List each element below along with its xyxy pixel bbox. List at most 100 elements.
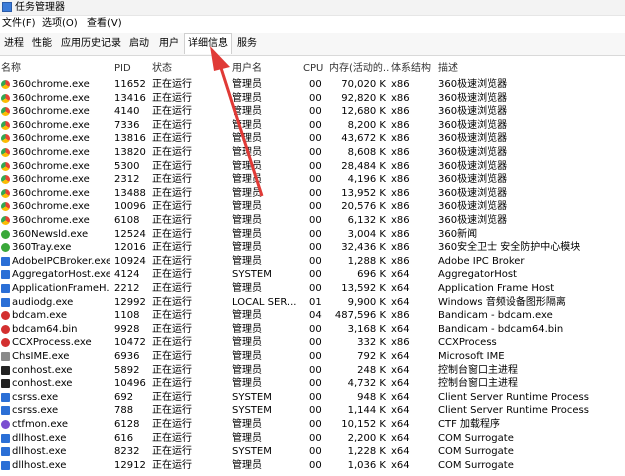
table-row[interactable]: CCXProcess.exe 10472 正在运行 管理员 00 332 K x86 CCXP… bbox=[0, 336, 625, 350]
cell-name: AdobeIPCBroker.exe bbox=[12, 255, 110, 267]
cell-mem: 4,196 K bbox=[347, 174, 386, 186]
cell-user: 管理员 bbox=[232, 79, 262, 90]
table-row[interactable]: 360Tray.exe 12016 正在运行 管理员 00 32,436 K x86 360安… bbox=[0, 241, 625, 255]
cell-cpu: 00 bbox=[309, 228, 322, 240]
table-row[interactable]: csrss.exe 788 正在运行 SYSTEM 00 1,144 K x64 Client… bbox=[0, 404, 625, 418]
cell-mem: 3,004 K bbox=[347, 228, 386, 240]
table-row[interactable]: AdobeIPCBroker.exe 10924 正在运行 管理员 00 1,288 K x… bbox=[0, 255, 625, 269]
cell-cpu: 00 bbox=[309, 283, 322, 294]
chrome-icon bbox=[1, 188, 10, 198]
cell-user: 管理员 bbox=[232, 119, 262, 131]
cell-pid: 13416 bbox=[114, 92, 146, 104]
tab-processes[interactable]: 进程 bbox=[4, 37, 24, 51]
cell-mem: 2,200 K bbox=[347, 432, 386, 444]
chrome-icon bbox=[1, 175, 10, 185]
cell-cpu: 00 bbox=[309, 351, 322, 362]
cell-pid: 10924 bbox=[114, 255, 146, 267]
table-row[interactable]: 360chrome.exe 5300 正在运行 管理员 00 28,484 K x86 360… bbox=[0, 160, 625, 174]
table-row[interactable]: ctfmon.exe 6128 正在运行 管理员 00 10,152 K x64 CTF 加载… bbox=[0, 418, 625, 432]
tab-performance[interactable]: 性能 bbox=[32, 37, 52, 51]
app-icon bbox=[1, 447, 10, 457]
cell-cpu: 04 bbox=[309, 310, 322, 322]
table-row[interactable]: bdcam64.bin 9928 正在运行 管理员 00 3,168 K x64 Bandic… bbox=[0, 323, 625, 337]
table-row[interactable]: AggregatorHost.exe 4124 正在运行 SYSTEM 00 696 K x… bbox=[0, 268, 625, 282]
cell-name: 360chrome.exe bbox=[12, 147, 90, 158]
cell-arch: x86 bbox=[391, 215, 410, 226]
cell-user: 管理员 bbox=[232, 337, 262, 349]
tab-details[interactable]: 详细信息 bbox=[184, 33, 232, 54]
table-row[interactable]: dllhost.exe 8232 正在运行 SYSTEM 00 1,228 K x64 COM… bbox=[0, 445, 625, 459]
table-row[interactable]: dllhost.exe 616 正在运行 管理员 00 2,200 K x64 COM Sur… bbox=[0, 432, 625, 446]
tab-services[interactable]: 服务 bbox=[237, 37, 257, 51]
cell-name: csrss.exe bbox=[12, 391, 59, 403]
table-row[interactable]: ApplicationFrameH... 2212 正在运行 管理员 00 13,592 … bbox=[0, 282, 625, 296]
table-row[interactable]: 360chrome.exe 4140 正在运行 管理员 00 12,680 K x86 360… bbox=[0, 105, 625, 119]
table-row[interactable]: 360chrome.exe 7336 正在运行 管理员 00 8,200 K x86 360极… bbox=[0, 119, 625, 133]
cell-status: 正在运行 bbox=[152, 391, 192, 403]
table-row[interactable]: bdcam.exe 1108 正在运行 管理员 04 487,596 K x86 Bandic… bbox=[0, 309, 625, 323]
table-row[interactable]: 360chrome.exe 13816 正在运行 管理员 00 43,672 K x86 36… bbox=[0, 132, 625, 146]
cell-name: 360chrome.exe bbox=[12, 92, 90, 104]
column-header-status[interactable]: 状态 bbox=[152, 62, 227, 76]
table-row[interactable]: conhost.exe 10496 正在运行 管理员 00 4,732 K x64 控制台窗口… bbox=[0, 377, 625, 391]
table-row[interactable]: ChsIME.exe 6936 正在运行 管理员 00 792 K x64 Microsoft… bbox=[0, 350, 625, 364]
cell-desc: 360极速浏览器 bbox=[438, 160, 508, 172]
column-header-description[interactable]: 描述 bbox=[438, 62, 618, 76]
cell-arch: x64 bbox=[391, 419, 410, 430]
cell-mem: 948 K bbox=[357, 391, 386, 403]
table-row[interactable]: 360chrome.exe 13820 正在运行 管理员 00 8,608 K x86 360… bbox=[0, 146, 625, 160]
cell-cpu: 00 bbox=[309, 79, 322, 90]
cell-user: 管理员 bbox=[232, 187, 262, 199]
column-header-cpu[interactable]: CPU bbox=[303, 62, 328, 76]
cell-pid: 788 bbox=[114, 405, 134, 417]
cell-cpu: 00 bbox=[309, 133, 322, 145]
column-header-architecture[interactable]: 体系结构 bbox=[391, 62, 435, 76]
table-row[interactable]: 360Newsld.exe 12524 正在运行 管理员 00 3,004 K x86 360… bbox=[0, 228, 625, 242]
cell-mem: 13,592 K bbox=[341, 283, 386, 294]
column-header-pid[interactable]: PID bbox=[114, 62, 149, 76]
cell-user: 管理员 bbox=[232, 432, 262, 444]
table-row[interactable]: dllhost.exe 12912 正在运行 管理员 00 1,036 K x64 COM S… bbox=[0, 459, 625, 473]
table-row[interactable]: conhost.exe 5892 正在运行 管理员 00 248 K x64 控制台窗口主进程 bbox=[0, 364, 625, 378]
chrome-icon bbox=[1, 216, 10, 225]
menu-options[interactable]: 选项(O) bbox=[42, 17, 78, 31]
app-icon bbox=[1, 256, 10, 266]
table-row[interactable]: 360chrome.exe 2312 正在运行 管理员 00 4,196 K x86 360极… bbox=[0, 173, 625, 187]
cell-name: conhost.exe bbox=[12, 364, 73, 376]
menu-view[interactable]: 查看(V) bbox=[87, 17, 122, 31]
table-row[interactable]: 360chrome.exe 10096 正在运行 管理员 00 20,576 K x86 36… bbox=[0, 200, 625, 214]
cell-status: 正在运行 bbox=[152, 378, 192, 390]
cell-status: 正在运行 bbox=[152, 283, 192, 294]
cell-arch: x86 bbox=[391, 174, 410, 186]
cell-name: conhost.exe bbox=[12, 378, 73, 390]
table-row[interactable]: 360chrome.exe 11652 正在运行 管理员 00 70,020 K x86 36… bbox=[0, 78, 625, 92]
cell-status: 正在运行 bbox=[152, 242, 192, 254]
cell-arch: x86 bbox=[391, 160, 410, 172]
ime-icon bbox=[1, 352, 10, 361]
tab-startup[interactable]: 启动 bbox=[129, 37, 149, 51]
cell-user: 管理员 bbox=[232, 147, 262, 158]
cell-mem: 28,484 K bbox=[341, 160, 386, 172]
table-row[interactable]: audiodg.exe 12992 正在运行 LOCAL SER... 01 9,900 … bbox=[0, 296, 625, 310]
chrome-icon bbox=[1, 134, 10, 144]
cell-desc: 360极速浏览器 bbox=[438, 201, 508, 213]
table-row[interactable]: csrss.exe 692 正在运行 SYSTEM 00 948 K x64 Client S… bbox=[0, 391, 625, 405]
cell-name: ApplicationFrameH... bbox=[12, 283, 110, 294]
cell-arch: x64 bbox=[391, 269, 410, 281]
column-header-name[interactable]: 名称 bbox=[1, 62, 106, 76]
tab-users[interactable]: 用户 bbox=[159, 37, 179, 51]
table-row[interactable]: 360chrome.exe 6108 正在运行 管理员 00 6,132 K x86 360极… bbox=[0, 214, 625, 228]
app-icon bbox=[1, 406, 10, 416]
cell-desc: 360极速浏览器 bbox=[438, 79, 508, 90]
cell-pid: 6108 bbox=[114, 215, 140, 226]
menu-file[interactable]: 文件(F) bbox=[2, 17, 36, 31]
column-header-username[interactable]: 用户名 bbox=[232, 62, 302, 76]
news-icon bbox=[1, 229, 10, 239]
column-header-memory[interactable]: 内存(活动的... bbox=[329, 62, 389, 76]
tab-app-history[interactable]: 应用历史记录 bbox=[61, 37, 121, 51]
cell-desc: 360极速浏览器 bbox=[438, 133, 508, 145]
cell-pid: 6128 bbox=[114, 419, 140, 430]
table-row[interactable]: 360chrome.exe 13416 正在运行 管理员 00 92,820 K x86 36… bbox=[0, 92, 625, 106]
table-row[interactable]: 360chrome.exe 13488 正在运行 管理员 00 13,952 K x86 36… bbox=[0, 187, 625, 201]
cell-user: SYSTEM bbox=[232, 405, 272, 417]
